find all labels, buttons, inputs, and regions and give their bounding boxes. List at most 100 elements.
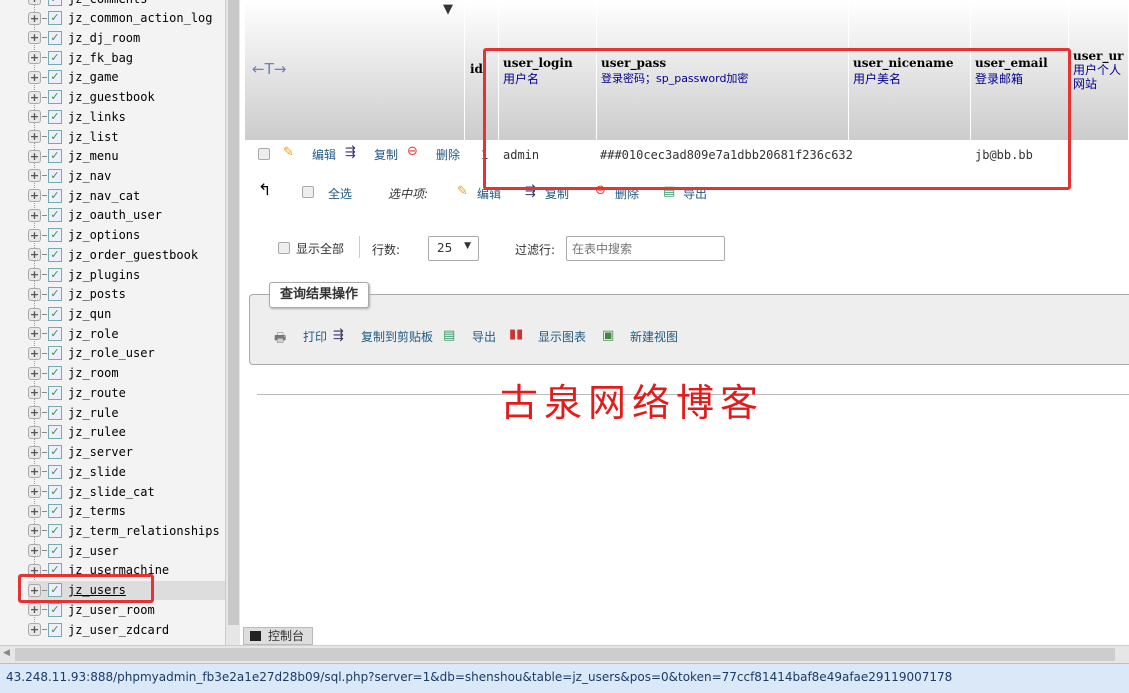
- expand-icon[interactable]: +: [28, 623, 41, 637]
- table-icon[interactable]: ✓: [48, 11, 62, 26]
- rows-select[interactable]: 25 ▼: [428, 236, 479, 261]
- row-copy-link[interactable]: 复制: [374, 146, 398, 163]
- sidebar-item-jz-common-action-log[interactable]: + ✓ jz_common_action_log: [28, 9, 225, 28]
- expand-icon[interactable]: +: [28, 90, 41, 104]
- table-icon[interactable]: ✓: [48, 425, 62, 440]
- expand-icon[interactable]: +: [28, 31, 41, 45]
- expand-icon[interactable]: +: [28, 406, 41, 420]
- sidebar-item-jz-options[interactable]: + ✓ jz_options: [28, 226, 225, 245]
- table-icon[interactable]: ✓: [48, 366, 62, 381]
- table-name[interactable]: jz_plugins: [68, 268, 140, 282]
- table-name[interactable]: jz_rule: [68, 406, 119, 420]
- sort-dropdown-icon[interactable]: ▼: [443, 2, 453, 17]
- expand-icon[interactable]: +: [28, 149, 41, 163]
- show-all-label[interactable]: 显示全部: [296, 240, 344, 257]
- expand-icon[interactable]: +: [28, 248, 41, 262]
- table-name[interactable]: jz_list: [68, 130, 119, 144]
- table-icon[interactable]: ✓: [48, 346, 62, 361]
- sidebar-item-jz-rule[interactable]: + ✓ jz_rule: [28, 403, 225, 422]
- table-name[interactable]: jz_common_action_log: [68, 11, 213, 25]
- sidebar-item-jz-plugins[interactable]: + ✓ jz_plugins: [28, 265, 225, 284]
- display-chart-link[interactable]: 显示图表: [538, 328, 586, 345]
- expand-icon[interactable]: +: [28, 366, 41, 380]
- expand-icon[interactable]: +: [28, 504, 41, 518]
- create-view-link[interactable]: 新建视图: [630, 328, 678, 345]
- sidebar-item-jz-user-room[interactable]: + ✓ jz_user_room: [28, 600, 225, 619]
- table-icon[interactable]: ✓: [48, 287, 62, 302]
- sidebar-item-jz-role-user[interactable]: + ✓ jz_role_user: [28, 344, 225, 363]
- table-icon[interactable]: ✓: [48, 326, 62, 341]
- horizontal-scrollbar[interactable]: ◀: [0, 645, 1129, 663]
- table-icon[interactable]: ✓: [48, 602, 62, 617]
- table-icon[interactable]: ✓: [48, 307, 62, 322]
- table-icon[interactable]: ✓: [48, 267, 62, 282]
- sidebar-item-jz-fk-bag[interactable]: + ✓ jz_fk_bag: [28, 48, 225, 67]
- table-icon[interactable]: ✓: [48, 543, 62, 558]
- expand-icon[interactable]: +: [28, 169, 41, 183]
- table-icon[interactable]: ✓: [48, 228, 62, 243]
- table-icon[interactable]: ✓: [48, 247, 62, 262]
- expand-icon[interactable]: +: [28, 130, 41, 144]
- expand-icon[interactable]: +: [28, 327, 41, 341]
- show-all-checkbox[interactable]: [278, 242, 290, 254]
- table-name[interactable]: jz_options: [68, 228, 140, 242]
- table-name[interactable]: jz_rulee: [68, 425, 126, 439]
- expand-icon[interactable]: +: [28, 287, 41, 301]
- sidebar-item-jz-order-guestbook[interactable]: + ✓ jz_order_guestbook: [28, 245, 225, 264]
- row-delete-link[interactable]: 删除: [436, 146, 460, 163]
- expand-icon[interactable]: +: [28, 51, 41, 65]
- sidebar-item-jz-links[interactable]: + ✓ jz_links: [28, 107, 225, 126]
- table-name[interactable]: jz_role: [68, 327, 119, 341]
- sidebar-item-jz-user-zdcard[interactable]: + ✓ jz_user_zdcard: [28, 620, 225, 639]
- table-name[interactable]: jz_room: [68, 366, 119, 380]
- sidebar-item-jz-comments[interactable]: + ✓ jz_comments: [28, 0, 225, 8]
- sidebar-item-jz-room[interactable]: + ✓ jz_room: [28, 364, 225, 383]
- table-name[interactable]: jz_role_user: [68, 346, 155, 360]
- check-all-checkbox[interactable]: [302, 186, 314, 198]
- table-icon[interactable]: ✓: [48, 464, 62, 479]
- expand-icon[interactable]: +: [28, 445, 41, 459]
- sidebar-item-jz-terms[interactable]: + ✓ jz_terms: [28, 502, 225, 521]
- sidebar-item-jz-menu[interactable]: + ✓ jz_menu: [28, 147, 225, 166]
- table-icon[interactable]: ✓: [48, 90, 62, 105]
- table-name[interactable]: jz_user_room: [68, 603, 155, 617]
- table-name[interactable]: jz_order_guestbook: [68, 248, 198, 262]
- table-name[interactable]: jz_nav: [68, 169, 111, 183]
- export-link[interactable]: 导出: [472, 328, 496, 345]
- table-icon[interactable]: ✓: [48, 168, 62, 183]
- expand-icon[interactable]: +: [28, 425, 41, 439]
- table-name[interactable]: jz_links: [68, 110, 126, 124]
- column-arrows[interactable]: ←T→: [252, 60, 286, 78]
- check-all-link[interactable]: 全选: [328, 185, 352, 202]
- expand-icon[interactable]: +: [28, 603, 41, 617]
- table-name[interactable]: jz_posts: [68, 287, 126, 301]
- table-name[interactable]: jz_server: [68, 445, 133, 459]
- expand-icon[interactable]: +: [28, 386, 41, 400]
- table-icon[interactable]: ✓: [48, 504, 62, 519]
- table-name[interactable]: jz_comments: [68, 0, 147, 6]
- scrollbar-thumb[interactable]: [228, 0, 239, 625]
- table-icon[interactable]: ✓: [48, 50, 62, 65]
- sidebar-item-jz-slide[interactable]: + ✓ jz_slide: [28, 462, 225, 481]
- expand-icon[interactable]: +: [28, 110, 41, 124]
- table-icon[interactable]: ✓: [48, 188, 62, 203]
- expand-icon[interactable]: +: [28, 268, 41, 282]
- table-name[interactable]: jz_terms: [68, 504, 126, 518]
- table-name[interactable]: jz_fk_bag: [68, 51, 133, 65]
- table-icon[interactable]: ✓: [48, 0, 62, 6]
- row-edit-link[interactable]: 编辑: [312, 146, 336, 163]
- table-icon[interactable]: ✓: [48, 445, 62, 460]
- expand-icon[interactable]: +: [28, 346, 41, 360]
- expand-icon[interactable]: +: [28, 70, 41, 84]
- table-icon[interactable]: ✓: [48, 30, 62, 45]
- table-name[interactable]: jz_oauth_user: [68, 208, 162, 222]
- table-name[interactable]: jz_slide: [68, 465, 126, 479]
- sidebar-item-jz-user[interactable]: + ✓ jz_user: [28, 541, 225, 560]
- expand-icon[interactable]: +: [28, 307, 41, 321]
- table-name[interactable]: jz_dj_room: [68, 31, 140, 45]
- sidebar-scrollbar[interactable]: [225, 0, 240, 645]
- table-name[interactable]: jz_term_relationships: [68, 524, 220, 538]
- table-name[interactable]: jz_user_zdcard: [68, 623, 169, 637]
- console-toggle[interactable]: 控制台: [243, 627, 313, 645]
- table-name[interactable]: jz_nav_cat: [68, 189, 140, 203]
